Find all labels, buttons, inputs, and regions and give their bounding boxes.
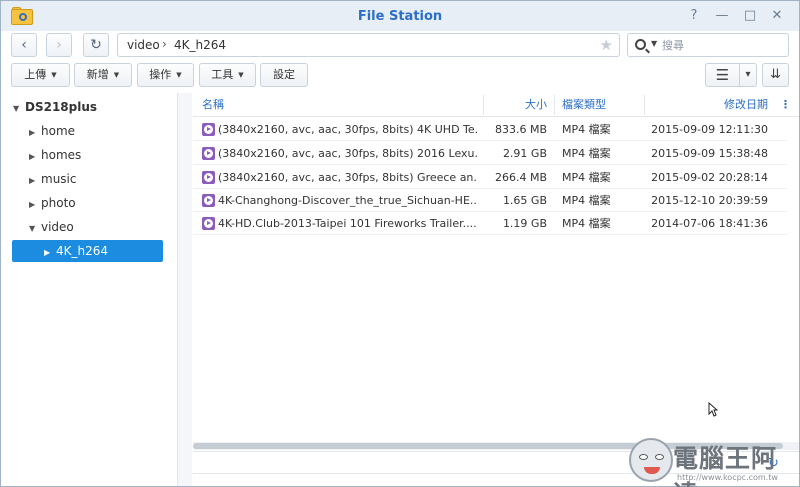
column-header-modified[interactable]: 修改日期 — [644, 93, 768, 117]
file-size: 266.4 MB — [494, 171, 547, 184]
list-view-button[interactable]: ☰ — [705, 63, 740, 87]
forward-button[interactable]: › — [46, 33, 72, 57]
chevron-down-icon: ▼ — [51, 71, 57, 79]
window-title: File Station — [357, 9, 443, 24]
file-modified: 2015-09-02 20:28:14 — [651, 171, 768, 184]
collapsed-arrow-icon[interactable]: ▶ — [44, 242, 56, 264]
tree-item-label: video — [41, 220, 74, 234]
file-modified: 2015-09-09 12:11:30 — [651, 123, 768, 136]
table-row[interactable]: (3840x2160, avc, aac, 30fps, 8bits) Gree… — [193, 166, 787, 189]
create-button[interactable]: 新增 ▼ — [74, 63, 132, 87]
search-options-caret-icon[interactable]: ▼ — [651, 39, 657, 48]
refresh-button[interactable]: ↻ — [83, 33, 109, 57]
close-icon[interactable]: ✕ — [768, 7, 786, 25]
tree-item-home[interactable]: ▶ home — [29, 120, 75, 142]
tools-button[interactable]: 工具 ▼ — [199, 63, 256, 87]
tree-root-label: DS218plus — [25, 100, 98, 114]
tree-item-label: 4K_h264 — [56, 244, 109, 258]
table-row[interactable]: (3840x2160, avc, aac, 30fps, 8bits) 2016… — [193, 142, 787, 165]
breadcrumb-separator-icon: › — [162, 37, 167, 51]
title-bar: File Station ? — □ ✕ — [1, 1, 799, 31]
watermark-url: http://www.kocpc.com.tw — [677, 473, 778, 482]
create-label: 新增 — [86, 68, 109, 81]
file-list: 名稱 大小 檔案類型 修改日期 ⋮ (3840x2160, avc, aac, … — [193, 93, 799, 445]
file-type: MP4 檔案 — [562, 194, 611, 207]
tree-item-label: homes — [41, 148, 82, 162]
list-header: 名稱 大小 檔案類型 修改日期 ⋮ — [193, 93, 799, 117]
file-size: 833.6 MB — [494, 123, 547, 136]
collapsed-arrow-icon[interactable]: ▶ — [29, 146, 41, 168]
file-name: (3840x2160, avc, aac, 30fps, 8bits) 2016… — [218, 147, 478, 160]
tree-item-label: home — [41, 124, 76, 138]
tree-item-label: music — [41, 172, 77, 186]
expanded-arrow-icon[interactable]: ▼ — [13, 98, 25, 120]
file-name: 4K-HD.Club-2013-Taipei 101 Fireworks Tra… — [218, 217, 477, 230]
tree-item-video[interactable]: ▼ video — [29, 216, 74, 238]
path-bar[interactable]: video › 4K_h264 ★ — [117, 33, 620, 57]
file-station-window: File Station ? — □ ✕ ‹ › ↻ video › 4K_h2… — [0, 0, 800, 487]
watermark-mascot-icon — [629, 438, 673, 482]
column-header-type[interactable]: 檔案類型 — [562, 93, 606, 117]
mouse-cursor-icon — [708, 402, 718, 417]
breadcrumb-video[interactable]: video — [127, 38, 160, 52]
maximize-icon[interactable]: □ — [741, 7, 759, 25]
tree-item-music[interactable]: ▶ music — [29, 168, 76, 190]
file-size: 1.19 GB — [502, 217, 547, 230]
expanded-arrow-icon[interactable]: ▼ — [29, 218, 41, 240]
help-icon[interactable]: ? — [685, 7, 703, 25]
action-label: 操作 — [149, 68, 172, 81]
file-name: (3840x2160, avc, aac, 30fps, 8bits) 4K U… — [218, 123, 478, 136]
video-file-icon — [202, 171, 215, 184]
table-row[interactable]: (3840x2160, avc, aac, 30fps, 8bits) 4K U… — [193, 118, 787, 141]
file-modified: 2015-09-09 15:38:48 — [651, 147, 768, 160]
file-name: (3840x2160, avc, aac, 30fps, 8bits) Gree… — [218, 171, 478, 184]
chevron-down-icon: ▼ — [113, 71, 120, 79]
upload-label: 上傳 — [24, 68, 47, 81]
settings-button[interactable]: 設定 — [260, 63, 308, 87]
collapsed-arrow-icon[interactable]: ▶ — [29, 122, 41, 144]
chevron-down-icon: ▼ — [238, 71, 244, 79]
search-icon[interactable] — [635, 39, 646, 50]
column-header-size[interactable]: 大小 — [483, 93, 547, 117]
view-options-caret-icon[interactable]: ▾ — [739, 63, 757, 87]
file-modified: 2014-07-06 18:41:36 — [651, 217, 768, 230]
folder-tree: ▼ DS218plus ▶ home ▶ homes ▶ music ▶ photo ▼ v… — [1, 93, 178, 486]
upload-button[interactable]: 上傳 ▼ — [11, 63, 70, 87]
file-size: 2.91 GB — [502, 147, 547, 160]
table-row[interactable]: 4K-HD.Club-2013-Taipei 101 Fireworks Tra… — [193, 212, 787, 235]
video-file-icon — [202, 194, 215, 207]
column-header-name[interactable]: 名稱 — [202, 93, 224, 117]
breadcrumb-4k-h264[interactable]: 4K_h264 — [174, 38, 226, 52]
tree-item-4k-h264[interactable]: ▶ 4K_h264 — [12, 240, 163, 262]
video-file-icon — [202, 217, 215, 230]
search-input[interactable] — [662, 36, 782, 54]
file-size: 1.65 GB — [502, 194, 547, 207]
file-modified: 2015-12-10 20:39:59 — [651, 194, 768, 207]
tools-label: 工具 — [211, 68, 234, 81]
tree-splitter[interactable] — [177, 93, 192, 486]
tree-item-photo[interactable]: ▶ photo — [29, 192, 76, 214]
table-row[interactable]: 4K-Changhong-Discover_the_true_Sichuan-H… — [193, 189, 787, 212]
collapsed-arrow-icon[interactable]: ▶ — [29, 194, 41, 216]
file-type: MP4 檔案 — [562, 217, 611, 230]
file-type: MP4 檔案 — [562, 171, 611, 184]
tree-item-homes[interactable]: ▶ homes — [29, 144, 81, 166]
video-file-icon — [202, 147, 215, 160]
minimize-icon[interactable]: — — [713, 7, 731, 25]
chevron-down-icon: ▼ — [176, 71, 182, 79]
favorite-star-icon[interactable]: ★ — [600, 36, 613, 54]
file-name: 4K-Changhong-Discover_the_true_Sichuan-H… — [218, 194, 478, 207]
action-button[interactable]: 操作 ▼ — [137, 63, 194, 87]
file-type: MP4 檔案 — [562, 123, 611, 136]
search-box[interactable]: ▼ — [627, 33, 789, 57]
sort-button[interactable]: ⇊ — [762, 63, 789, 87]
tree-item-label: photo — [41, 196, 76, 210]
file-type: MP4 檔案 — [562, 147, 611, 160]
collapsed-arrow-icon[interactable]: ▶ — [29, 170, 41, 192]
tree-root-ds218plus[interactable]: ▼ DS218plus — [13, 96, 97, 118]
column-divider[interactable] — [554, 95, 555, 115]
video-file-icon — [202, 123, 215, 136]
back-button[interactable]: ‹ — [11, 33, 37, 57]
column-menu-icon[interactable]: ⋮ — [780, 93, 791, 117]
